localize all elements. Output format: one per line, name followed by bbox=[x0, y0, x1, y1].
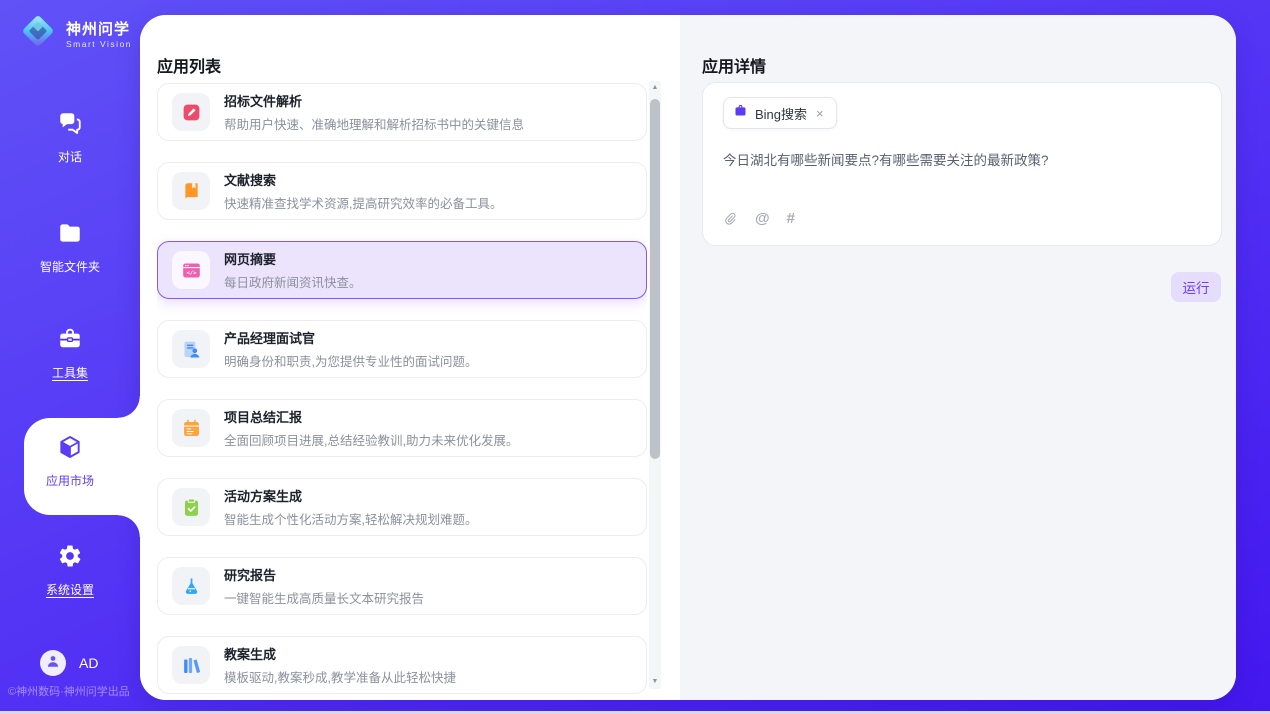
app-description: 帮助用户快速、准确地理解和解析招标书中的关键信息 bbox=[224, 114, 524, 133]
prompt-toolbar: @# bbox=[722, 211, 795, 227]
chat-icon bbox=[57, 110, 83, 141]
avatar bbox=[40, 650, 66, 676]
app-description: 快速精准查找学术资源,提高研究效率的必备工具。 bbox=[224, 193, 502, 212]
folder-icon bbox=[57, 220, 83, 251]
app-list-item[interactable]: 招标文件解析帮助用户快速、准确地理解和解析招标书中的关键信息 bbox=[157, 83, 647, 141]
app-list-item[interactable]: 文献搜索快速精准查找学术资源,提高研究效率的必备工具。 bbox=[157, 162, 647, 220]
interviewer-icon bbox=[172, 330, 210, 368]
scrollbar-track[interactable] bbox=[649, 95, 661, 675]
scroll-up-icon[interactable]: ▲ bbox=[649, 81, 661, 95]
flask-icon bbox=[172, 567, 210, 605]
sidebar-item-toolbox[interactable]: 工具集 bbox=[0, 326, 140, 381]
app-detail-panel: 应用详情 Bing搜索 × 今日湖北有哪些新闻要点?有哪些需要关注的最新政策? … bbox=[680, 15, 1236, 700]
app-name: 研究报告 bbox=[224, 565, 424, 584]
mention-icon[interactable]: @ bbox=[755, 211, 770, 227]
app-list-item[interactable]: 教案生成模板驱动,教案秒成,教学准备从此轻松快捷 bbox=[157, 636, 647, 694]
app-name: 活动方案生成 bbox=[224, 486, 477, 505]
sidebar-item-label: 对话 bbox=[58, 148, 82, 165]
calendar-report-icon bbox=[172, 409, 210, 447]
user-account[interactable]: AD bbox=[40, 650, 98, 676]
app-list-title: 应用列表 bbox=[157, 53, 221, 77]
sidebar-item-label: 智能文件夹 bbox=[40, 258, 100, 275]
sidebar-item-chat[interactable]: 对话 bbox=[0, 110, 140, 165]
app-list-item[interactable]: </> 网页摘要每日政府新闻资讯快查。 bbox=[157, 241, 647, 299]
app-description: 全面回顾项目进展,总结经验教训,助力未来优化发展。 bbox=[224, 430, 518, 449]
active-tab-background bbox=[24, 418, 140, 515]
sidebar-item-label: 系统设置 bbox=[46, 581, 94, 598]
books-icon bbox=[172, 646, 210, 684]
pen-square-icon bbox=[172, 93, 210, 131]
app-list: 招标文件解析帮助用户快速、准确地理解和解析招标书中的关键信息文献搜索快速精准查找… bbox=[157, 83, 647, 697]
book-icon bbox=[172, 172, 210, 210]
sidebar-item-label: 工具集 bbox=[52, 364, 88, 381]
attachment-icon[interactable] bbox=[722, 211, 738, 227]
tool-tag-label: Bing搜索 bbox=[755, 104, 807, 123]
app-description: 一键智能生成高质量长文本研究报告 bbox=[224, 588, 424, 607]
sidebar-item-cube[interactable]: 应用市场 bbox=[0, 434, 140, 489]
app-name: 教案生成 bbox=[224, 644, 456, 663]
app-description: 每日政府新闻资讯快查。 bbox=[224, 272, 362, 291]
scrollbar-thumb[interactable] bbox=[650, 99, 660, 459]
app-list-item[interactable]: 项目总结汇报全面回顾项目进展,总结经验教训,助力未来优化发展。 bbox=[157, 399, 647, 457]
diamond-logo-icon bbox=[18, 11, 58, 56]
app-name: 产品经理面试官 bbox=[224, 328, 477, 347]
main-panel: 应用列表 招标文件解析帮助用户快速、准确地理解和解析招标书中的关键信息文献搜索快… bbox=[140, 15, 1236, 700]
app-name: 招标文件解析 bbox=[224, 91, 524, 110]
app-description: 明确身份和职责,为您提供专业性的面试问题。 bbox=[224, 351, 477, 370]
hashtag-icon[interactable]: # bbox=[787, 211, 795, 227]
brand: 神州问学 Smart Vision bbox=[18, 11, 132, 56]
app-description: 智能生成个性化活动方案,轻松解决规划难题。 bbox=[224, 509, 477, 528]
sidebar-item-gear[interactable]: 系统设置 bbox=[0, 543, 140, 598]
brand-subtitle: Smart Vision bbox=[66, 39, 132, 49]
app-name: 网页摘要 bbox=[224, 249, 362, 268]
app-name: 文献搜索 bbox=[224, 170, 502, 189]
prompt-text[interactable]: 今日湖北有哪些新闻要点?有哪些需要关注的最新政策? bbox=[723, 149, 1201, 169]
app-detail-title: 应用详情 bbox=[702, 53, 766, 77]
tool-tag-bing[interactable]: Bing搜索 × bbox=[723, 97, 837, 129]
copyright-footer: ©神州数码·神州问学出品 bbox=[8, 683, 130, 699]
run-button[interactable]: 运行 bbox=[1171, 272, 1221, 302]
brand-name: 神州问学 bbox=[66, 18, 132, 39]
app-list-item[interactable]: 研究报告一键智能生成高质量长文本研究报告 bbox=[157, 557, 647, 615]
browser-code-icon: </> bbox=[172, 251, 210, 289]
user-icon bbox=[45, 653, 61, 674]
sidebar-item-folder[interactable]: 智能文件夹 bbox=[0, 220, 140, 275]
scroll-down-icon[interactable]: ▼ bbox=[649, 675, 661, 689]
briefcase-icon bbox=[733, 103, 748, 123]
app-description: 模板驱动,教案秒成,教学准备从此轻松快捷 bbox=[224, 667, 456, 686]
sidebar-item-label: 应用市场 bbox=[46, 472, 94, 489]
app-window: 应用列表 招标文件解析帮助用户快速、准确地理解和解析招标书中的关键信息文献搜索快… bbox=[0, 0, 1270, 714]
gear-icon bbox=[57, 543, 83, 574]
prompt-card[interactable]: Bing搜索 × 今日湖北有哪些新闻要点?有哪些需要关注的最新政策? @# bbox=[702, 82, 1222, 246]
sidebar: 神州问学 Smart Vision 对话智能文件夹工具集应用市场系统设置 AD … bbox=[0, 0, 140, 714]
app-list-panel: 应用列表 招标文件解析帮助用户快速、准确地理解和解析招标书中的关键信息文献搜索快… bbox=[140, 15, 680, 700]
clipboard-check-icon bbox=[172, 488, 210, 526]
close-icon[interactable]: × bbox=[814, 106, 826, 121]
toolbox-icon bbox=[57, 326, 83, 357]
scrollbar[interactable]: ▲ ▼ bbox=[649, 81, 661, 689]
user-name: AD bbox=[79, 655, 98, 671]
app-name: 项目总结汇报 bbox=[224, 407, 518, 426]
app-list-item[interactable]: 活动方案生成智能生成个性化活动方案,轻松解决规划难题。 bbox=[157, 478, 647, 536]
svg-text:</>: </> bbox=[186, 270, 197, 276]
app-list-item[interactable]: 产品经理面试官明确身份和职责,为您提供专业性的面试问题。 bbox=[157, 320, 647, 378]
